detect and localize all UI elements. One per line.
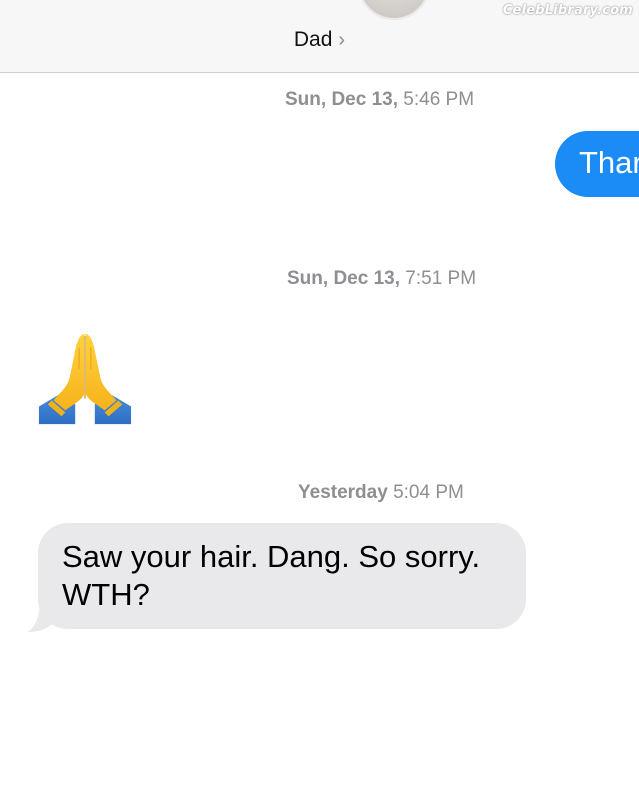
watermark: CelebLibrary.com bbox=[502, 3, 633, 18]
outgoing-message-bubble[interactable]: Thar bbox=[555, 131, 639, 197]
chevron-right-icon: › bbox=[338, 29, 346, 51]
contact-name: Dad bbox=[293, 28, 333, 51]
contact-avatar[interactable] bbox=[358, 0, 430, 20]
timestamp-day: Sun, Dec 13, bbox=[287, 268, 400, 289]
conversation-header: Dad › CelebLibrary.com bbox=[0, 0, 639, 73]
timestamp-time: 5:46 PM bbox=[403, 89, 475, 110]
timestamp-time: 5:04 PM bbox=[393, 482, 464, 503]
timestamp: Sun, Dec 13, 5:46 PM bbox=[285, 89, 474, 111]
outgoing-message-text: Thar bbox=[579, 145, 639, 180]
timestamp-day: Sun, Dec 13, bbox=[285, 89, 398, 110]
incoming-message-text: Saw your hair. Dang. So sorry. WTH? bbox=[62, 539, 481, 612]
timestamp: Sun, Dec 13, 7:51 PM bbox=[287, 268, 476, 290]
messages-screen: Dad › CelebLibrary.com Sun, Dec 13, 5:46 … bbox=[0, 0, 639, 800]
praying-hands-emoji-icon[interactable] bbox=[36, 330, 134, 428]
timestamp-day: Yesterday bbox=[298, 482, 388, 503]
timestamp: Yesterday 5:04 PM bbox=[298, 482, 464, 504]
incoming-message-bubble[interactable]: Saw your hair. Dang. So sorry. WTH? bbox=[38, 523, 526, 629]
contact-name-button[interactable]: Dad › bbox=[0, 28, 639, 52]
timestamp-time: 7:51 PM bbox=[405, 268, 477, 289]
